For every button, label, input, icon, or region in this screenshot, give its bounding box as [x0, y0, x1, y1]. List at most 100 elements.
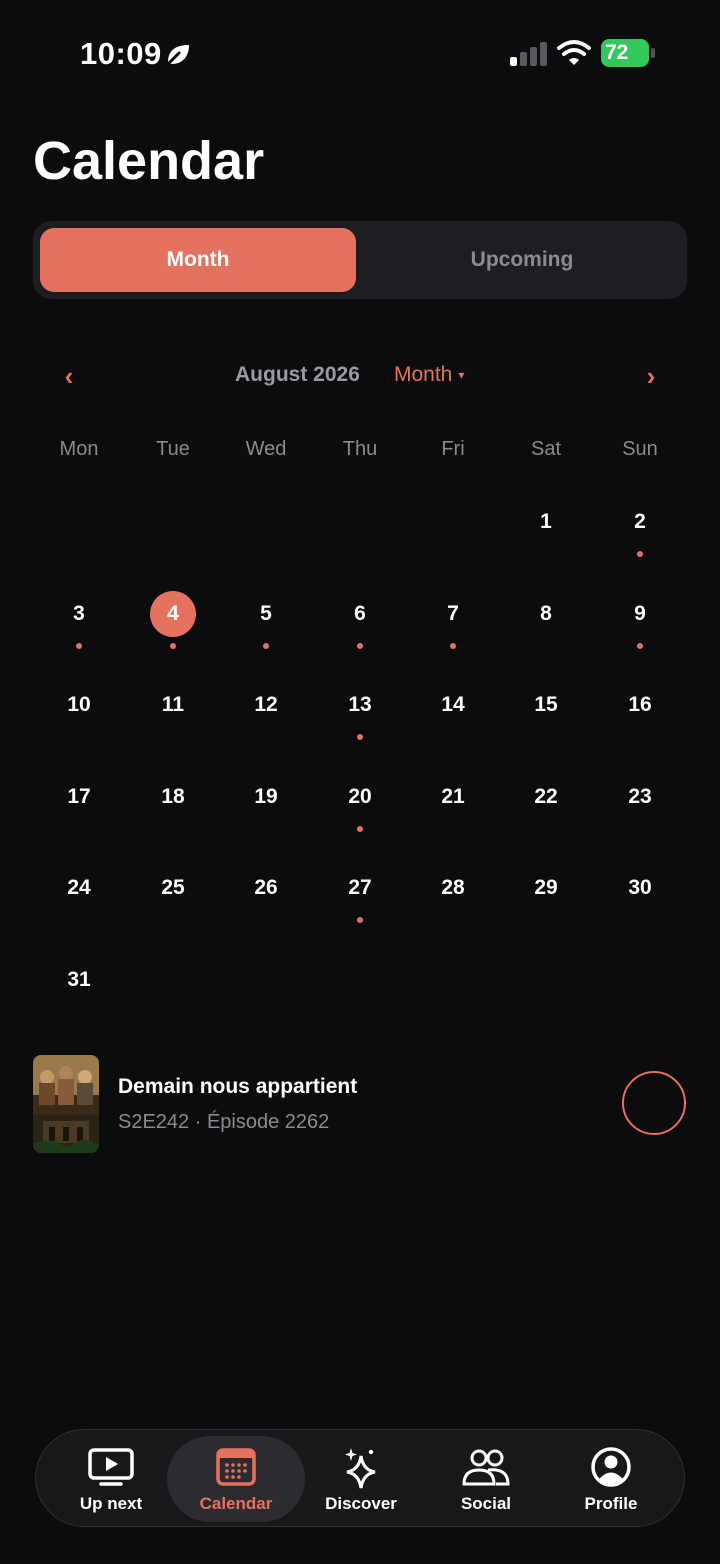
profile-icon — [591, 1447, 631, 1487]
tab-label: Profile — [584, 1494, 638, 1513]
caret-down-icon: ▾ — [458, 368, 465, 383]
bottom-tab-bar: Up next Calendar Discover Social Profile — [35, 1429, 685, 1527]
event-indicator-dot — [357, 734, 363, 740]
day-number: 17 — [67, 785, 91, 808]
calendar-icon — [216, 1448, 256, 1486]
tab-social[interactable]: Social — [417, 1436, 555, 1522]
weekday-label: Fri — [441, 438, 465, 460]
weekday-label: Tue — [156, 438, 190, 460]
tab-label: Calendar — [199, 1494, 273, 1513]
day-number: 28 — [441, 876, 465, 899]
weekday-label: Sun — [622, 438, 658, 460]
leaf-icon — [166, 45, 189, 66]
calendar-day-cell[interactable]: 10 — [39, 682, 119, 742]
day-number: 7 — [447, 602, 459, 625]
previous-month-chevron-icon[interactable]: ‹ — [54, 358, 84, 394]
calendar-day-cell[interactable]: 3 — [39, 591, 119, 651]
calendar-day-cell[interactable]: 11 — [133, 682, 213, 742]
day-number: 3 — [73, 602, 85, 625]
episode-subtitle: S2E242 · Épisode 2262 — [118, 1111, 330, 1133]
sparkles-icon — [345, 1448, 376, 1489]
day-number: 20 — [348, 785, 372, 808]
day-number: 31 — [67, 968, 91, 991]
day-number: 16 — [628, 693, 652, 716]
battery-level: 72 — [605, 41, 629, 64]
day-number: 2 — [634, 510, 646, 533]
calendar-header: ‹ August 2026 Month ▾ › — [0, 350, 720, 404]
calendar-day-cell[interactable]: 21 — [413, 774, 493, 834]
calendar-day-cell[interactable]: 28 — [413, 865, 493, 925]
event-indicator-dot — [170, 643, 176, 649]
calendar-view-dropdown[interactable]: Month ▾ — [394, 363, 464, 387]
tab-discover[interactable]: Discover — [292, 1436, 430, 1522]
segment-upcoming-button[interactable]: Upcoming — [367, 228, 677, 292]
weekday-label: Mon — [59, 438, 99, 460]
month-year-label: August 2026 — [235, 363, 360, 386]
day-number: 27 — [348, 876, 372, 899]
tab-up-next[interactable]: Up next — [42, 1436, 180, 1522]
tab-label: Social — [460, 1494, 512, 1513]
calendar-day-cell[interactable]: 17 — [39, 774, 119, 834]
show-poster — [33, 1055, 99, 1153]
calendar-day-cell[interactable]: 23 — [600, 774, 680, 834]
day-number: 26 — [254, 876, 278, 899]
calendar-day-cell[interactable]: 2 — [600, 499, 680, 559]
day-number: 14 — [441, 693, 465, 716]
event-indicator-dot — [637, 643, 643, 649]
tv-play-icon — [88, 1448, 134, 1486]
view-segmented-control: Month Upcoming — [33, 221, 687, 299]
next-month-chevron-icon[interactable]: › — [636, 358, 666, 394]
day-number: 8 — [540, 602, 552, 625]
calendar-day-cell[interactable]: 15 — [506, 682, 586, 742]
event-indicator-dot — [263, 643, 269, 649]
calendar-day-cell[interactable]: 5 — [226, 591, 306, 651]
calendar-day-cell[interactable]: 26 — [226, 865, 306, 925]
calendar-day-cell[interactable]: 27 — [320, 865, 400, 925]
calendar-day-cell[interactable]: 9 — [600, 591, 680, 651]
day-number: 25 — [161, 876, 185, 899]
day-number: 11 — [161, 693, 185, 716]
event-indicator-dot — [357, 643, 363, 649]
calendar-day-cell[interactable]: 6 — [320, 591, 400, 651]
calendar-day-cell[interactable]: 1 — [506, 499, 586, 559]
calendar-day-cell[interactable]: 19 — [226, 774, 306, 834]
calendar-day-cell[interactable]: 18 — [133, 774, 213, 834]
calendar-day-cell[interactable]: 20 — [320, 774, 400, 834]
episode-list-item[interactable]: Demain nous appartient S2E242 · Épisode … — [33, 1055, 687, 1153]
status-time: 10:09 — [80, 36, 162, 71]
day-number: 6 — [354, 602, 366, 625]
calendar-day-cell[interactable]: 24 — [39, 865, 119, 925]
calendar-day-cell[interactable]: 7 — [413, 591, 493, 651]
mark-watched-circle-button[interactable] — [622, 1071, 686, 1135]
calendar-day-cell[interactable]: 4 — [133, 591, 213, 651]
status-bar: 10:09 72 — [0, 0, 720, 100]
calendar-day-cell[interactable]: 30 — [600, 865, 680, 925]
calendar-day-cell[interactable]: 25 — [133, 865, 213, 925]
weekday-label: Thu — [342, 438, 378, 460]
day-number: 29 — [534, 876, 558, 899]
calendar-day-cell[interactable]: 31 — [39, 957, 119, 1017]
today-day-number: 4 — [150, 591, 196, 637]
tab-calendar[interactable]: Calendar — [167, 1436, 305, 1522]
event-indicator-dot — [357, 917, 363, 923]
calendar-day-cell[interactable]: 13 — [320, 682, 400, 742]
day-number: 10 — [67, 693, 91, 716]
day-number: 19 — [254, 785, 278, 808]
calendar-day-cell[interactable]: 8 — [506, 591, 586, 651]
calendar-day-cell[interactable]: 12 — [226, 682, 306, 742]
day-number: 12 — [254, 693, 278, 716]
calendar-day-cell[interactable]: 22 — [506, 774, 586, 834]
people-icon — [462, 1449, 510, 1486]
calendar-day-cell[interactable]: 29 — [506, 865, 586, 925]
tab-profile[interactable]: Profile — [542, 1436, 680, 1522]
calendar-day-cell[interactable]: 14 — [413, 682, 493, 742]
weekday-label: Sat — [530, 438, 562, 460]
segment-month-button[interactable]: Month — [40, 228, 356, 292]
event-indicator-dot — [76, 643, 82, 649]
day-number: 21 — [441, 785, 465, 808]
calendar-day-cell[interactable]: 16 — [600, 682, 680, 742]
calendar-view-label: Month — [394, 363, 453, 386]
day-number: 22 — [534, 785, 558, 808]
event-indicator-dot — [450, 643, 456, 649]
event-indicator-dot — [357, 826, 363, 832]
